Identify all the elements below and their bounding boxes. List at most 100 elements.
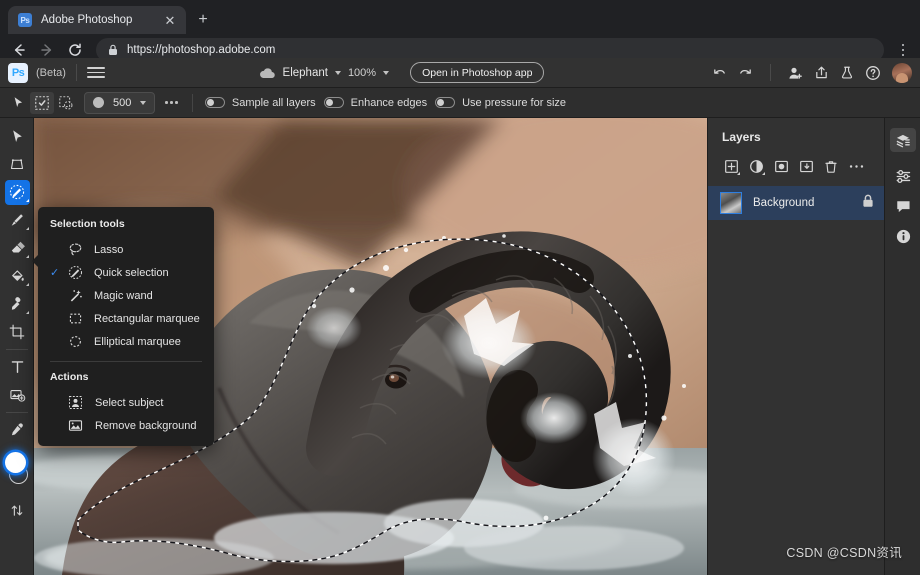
- flyout-section-title-actions: Actions: [38, 369, 214, 391]
- properties-rail-button[interactable]: [885, 161, 920, 191]
- toolbar-divider-2: [6, 412, 28, 413]
- close-icon[interactable]: ✕: [162, 12, 178, 28]
- trash-icon[interactable]: [820, 156, 842, 176]
- toggle-label: Enhance edges: [351, 97, 427, 109]
- layer-thumbnail: [720, 192, 742, 214]
- toggle-label: Sample all layers: [232, 97, 316, 109]
- flyout-item-lasso[interactable]: Lasso: [38, 238, 214, 261]
- add-layer-icon[interactable]: [720, 156, 742, 176]
- zoom-level: 100%: [348, 67, 376, 79]
- brush-chevron-down-icon[interactable]: [140, 101, 146, 105]
- place-image-tool[interactable]: [0, 381, 34, 409]
- flyout-item-elliptical-marquee[interactable]: Elliptical marquee: [38, 330, 214, 353]
- crop-tool[interactable]: [0, 318, 34, 346]
- swap-colors-icon[interactable]: [0, 496, 34, 524]
- toggle-switch[interactable]: [324, 97, 344, 108]
- flyout-item-rectangular-marquee[interactable]: Rectangular marquee: [38, 307, 214, 330]
- chevron-down-icon[interactable]: [335, 71, 341, 75]
- brush-tool[interactable]: [0, 206, 34, 234]
- hamburger-menu-icon[interactable]: [87, 67, 105, 78]
- tool-flyout-indicator: [26, 227, 29, 230]
- redo-icon[interactable]: [734, 61, 757, 84]
- clipping-mask-icon[interactable]: [795, 156, 817, 176]
- tab-title: Adobe Photoshop: [41, 14, 162, 26]
- info-rail-button[interactable]: [885, 221, 920, 251]
- healing-tool[interactable]: [0, 290, 34, 318]
- select-subject-icon: [64, 395, 86, 410]
- toggle-enhance-edges[interactable]: Enhance edges: [324, 97, 427, 109]
- flyout-section-title-tools: Selection tools: [38, 216, 214, 238]
- type-tool[interactable]: [0, 353, 34, 381]
- foreground-color-swatch[interactable]: [5, 452, 26, 473]
- comments-rail-button[interactable]: [885, 191, 920, 221]
- header-divider: [76, 64, 77, 81]
- subtract-from-selection-icon[interactable]: [54, 92, 78, 114]
- open-in-photoshop-app-button[interactable]: Open in Photoshop app: [410, 62, 544, 83]
- cloud-icon: [259, 67, 276, 79]
- new-tab-button[interactable]: +: [190, 7, 216, 33]
- share-icon[interactable]: [810, 61, 833, 84]
- tools-sidebar: [0, 118, 34, 575]
- header-actions: [698, 61, 912, 84]
- flyout-item-label: Lasso: [94, 244, 123, 256]
- flyout-action-select-subject[interactable]: Select subject: [38, 391, 214, 414]
- flyout-action-label: Remove background: [95, 420, 197, 432]
- zoom-chevron-down-icon[interactable]: [383, 71, 389, 75]
- tool-flyout-indicator: [26, 255, 29, 258]
- tab-favicon-photoshop: Ps: [18, 13, 32, 27]
- tool-flyout-indicator: [26, 283, 29, 286]
- eraser-tool[interactable]: [0, 234, 34, 262]
- tab-favicon-label: Ps: [21, 16, 30, 25]
- layers-panel-title: Layers: [708, 118, 884, 144]
- help-icon[interactable]: [862, 61, 885, 84]
- rectangular-marquee-icon: [64, 311, 86, 326]
- open-in-photoshop-app-label: Open in Photoshop app: [422, 67, 532, 79]
- elliptical-marquee-icon: [64, 334, 86, 349]
- flyout-item-magic-wand[interactable]: Magic wand: [38, 284, 214, 307]
- eyedropper-tool[interactable]: [0, 416, 34, 444]
- brush-size-control[interactable]: 500: [84, 92, 155, 114]
- flyout-item-label: Magic wand: [94, 290, 153, 302]
- toggle-switch[interactable]: [435, 97, 455, 108]
- remove-background-icon: [64, 418, 86, 433]
- lock-icon: [108, 44, 118, 56]
- fill-tool[interactable]: [0, 262, 34, 290]
- toggle-use-pressure-for-size[interactable]: Use pressure for size: [435, 97, 566, 109]
- more-options-icon[interactable]: [155, 101, 188, 104]
- flyout-item-quick-selection[interactable]: ✓ Quick selection: [38, 261, 214, 284]
- undo-icon[interactable]: [708, 61, 731, 84]
- document-name: Elephant: [283, 67, 328, 79]
- move-cursor-icon[interactable]: [6, 92, 30, 114]
- toggle-label: Use pressure for size: [462, 97, 566, 109]
- layer-row-background[interactable]: Background: [708, 186, 884, 220]
- lock-icon[interactable]: [862, 194, 874, 213]
- flyout-item-label: Rectangular marquee: [94, 313, 200, 325]
- more-options-icon[interactable]: [845, 156, 867, 176]
- adjustment-layer-icon[interactable]: [745, 156, 767, 176]
- layers-panel: Layers: [707, 118, 884, 575]
- toggle-sample-all-layers[interactable]: Sample all layers: [205, 97, 316, 109]
- magic-wand-icon: [64, 288, 86, 303]
- layer-mask-icon[interactable]: [770, 156, 792, 176]
- toolbar-divider: [6, 349, 28, 350]
- color-swatches[interactable]: [0, 448, 34, 490]
- photoshop-web-app: Ps (Beta) Elephant 100% Open in Photosho…: [0, 58, 920, 575]
- brush-size-value: 500: [113, 97, 131, 109]
- photoshop-header: Ps (Beta) Elephant 100% Open in Photosho…: [0, 58, 920, 88]
- move-tool[interactable]: [0, 122, 34, 150]
- layers-rail-button[interactable]: [885, 125, 920, 155]
- tool-options-bar: 500 Sample all layers Enhance edges Use …: [0, 88, 920, 118]
- quick-selection-icon: [64, 265, 86, 280]
- add-to-selection-icon[interactable]: [30, 92, 54, 114]
- quick-selection-tool[interactable]: [0, 178, 34, 206]
- transform-tool[interactable]: [0, 150, 34, 178]
- browser-tab[interactable]: Ps Adobe Photoshop ✕: [8, 6, 186, 34]
- beaker-icon[interactable]: [836, 61, 859, 84]
- avatar[interactable]: [892, 63, 912, 83]
- flyout-item-label: Elliptical marquee: [94, 336, 181, 348]
- add-collaborator-icon[interactable]: [784, 61, 807, 84]
- options-divider: [192, 94, 193, 112]
- toggle-switch[interactable]: [205, 97, 225, 108]
- flyout-action-label: Select subject: [95, 397, 163, 409]
- flyout-action-remove-background[interactable]: Remove background: [38, 414, 214, 437]
